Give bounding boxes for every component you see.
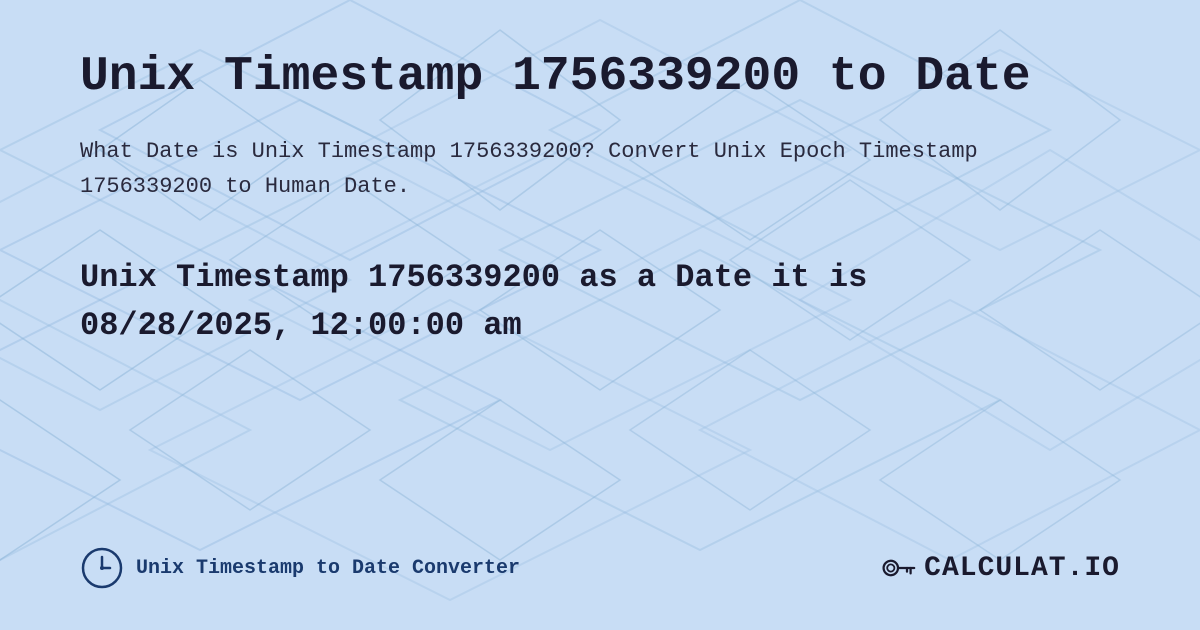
clock-icon <box>80 546 124 590</box>
footer-label: Unix Timestamp to Date Converter <box>136 557 520 580</box>
result-text: Unix Timestamp 1756339200 as a Date it i… <box>80 254 1120 350</box>
page-description: What Date is Unix Timestamp 1756339200? … <box>80 134 1120 204</box>
page-title: Unix Timestamp 1756339200 to Date <box>80 50 1120 104</box>
logo-icon <box>880 550 916 586</box>
footer: Unix Timestamp to Date Converter CALCULA… <box>80 526 1120 590</box>
logo-text: CALCULAT.IO <box>924 553 1120 584</box>
calculat-logo[interactable]: CALCULAT.IO <box>880 550 1120 586</box>
result-line2: 08/28/2025, 12:00:00 am <box>80 307 522 344</box>
footer-converter-link[interactable]: Unix Timestamp to Date Converter <box>80 546 520 590</box>
result-line1: Unix Timestamp 1756339200 as a Date it i… <box>80 259 867 296</box>
result-section: Unix Timestamp 1756339200 as a Date it i… <box>80 254 1120 350</box>
